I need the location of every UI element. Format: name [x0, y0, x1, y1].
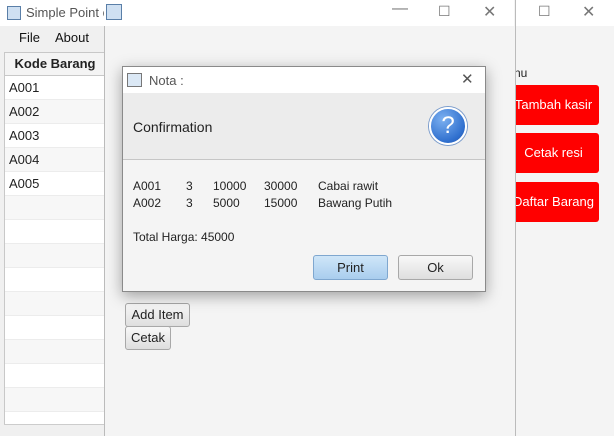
menu-panel-label: nu [514, 66, 528, 80]
dialog-title: Nota : [149, 73, 184, 88]
minimize-icon[interactable]: — [392, 0, 408, 18]
nota-kode: A002 [133, 196, 162, 210]
nota-line: A002 3 5000 15000 Bawang Putih [133, 196, 473, 212]
table-row-empty [5, 340, 105, 364]
table-row-empty [5, 244, 105, 268]
nota-qty: 3 [186, 179, 193, 193]
dialog-window-icon [127, 73, 142, 87]
nota-nama: Bawang Putih [318, 196, 393, 210]
table-row-empty [5, 196, 105, 220]
table-row[interactable]: A003 [5, 124, 105, 148]
nota-line: A001 3 10000 30000 Cabai rawit [133, 179, 473, 195]
table-row[interactable]: A005 [5, 172, 105, 196]
right-window-titlebar [514, 0, 614, 26]
kode-barang-table[interactable]: Kode Barang A001 A002 A003 A004 A005 [4, 52, 106, 434]
main-window-title: Simple Point o [26, 5, 110, 20]
table-row-empty [5, 268, 105, 292]
table-row-empty [5, 292, 105, 316]
table-row-empty [5, 316, 105, 340]
table-row-empty [5, 364, 105, 388]
print-button[interactable]: Print [313, 255, 388, 280]
total-harga: Total Harga: 45000 [133, 230, 235, 244]
horizontal-scrollbar[interactable] [4, 424, 104, 435]
tambah-kasir-button[interactable]: Tambah kasir [508, 85, 599, 125]
nota-dialog: Nota : ✕ Confirmation ? A001 3 10000 300… [122, 66, 486, 292]
dialog-header: Confirmation ? [123, 93, 485, 160]
dialog-header-text: Confirmation [133, 119, 213, 135]
app-icon [7, 6, 21, 20]
close-icon[interactable]: ✕ [483, 2, 496, 22]
table-row-empty [5, 388, 105, 412]
dialog-close-icon[interactable]: ✕ [461, 70, 474, 88]
column-header-kode-barang[interactable]: Kode Barang [5, 53, 105, 76]
nota-subtotal: 30000 [264, 179, 298, 193]
cetak-button[interactable]: Cetak [125, 326, 171, 350]
daftar-barang-button[interactable]: Daftar Barang [508, 182, 599, 222]
nota-kode: A001 [133, 179, 162, 193]
table-row[interactable]: A002 [5, 100, 105, 124]
nota-harga: 5000 [213, 196, 240, 210]
nota-nama: Cabai rawit [318, 179, 379, 193]
table-row[interactable]: A004 [5, 148, 105, 172]
menu-about[interactable]: About [55, 30, 89, 45]
question-icon: ? [429, 107, 467, 145]
table-row[interactable]: A001 [5, 76, 105, 100]
close-icon[interactable]: ✕ [582, 2, 595, 22]
maximize-icon[interactable]: ☐ [538, 3, 551, 20]
nota-subtotal: 15000 [264, 196, 298, 210]
table-row-empty [5, 220, 105, 244]
nota-harga: 10000 [213, 179, 247, 193]
maximize-icon[interactable]: ☐ [438, 3, 451, 20]
cetak-resi-button[interactable]: Cetak resi [508, 133, 599, 173]
ok-button[interactable]: Ok [398, 255, 473, 280]
add-item-button[interactable]: Add Item [125, 303, 190, 327]
nota-qty: 3 [186, 196, 193, 210]
transaction-window-titlebar [104, 0, 514, 26]
window-icon [106, 4, 122, 20]
menu-file[interactable]: File [19, 30, 40, 45]
